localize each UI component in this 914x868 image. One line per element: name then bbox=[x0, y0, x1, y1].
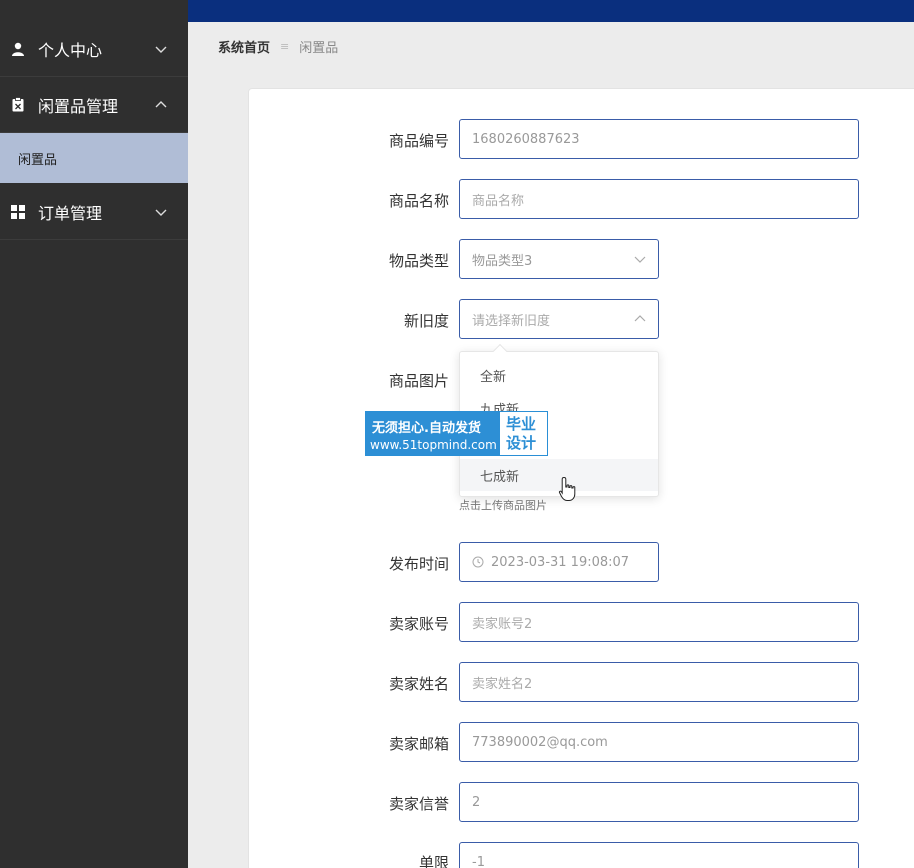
product-image-label: 商品图片 bbox=[388, 372, 449, 390]
publish-time-label: 发布时间 bbox=[388, 555, 449, 573]
grid-icon bbox=[11, 204, 25, 219]
dropdown-option[interactable]: 全新 bbox=[460, 359, 658, 391]
seller-account-input[interactable]: 卖家账号2 bbox=[459, 602, 859, 642]
seller-email-input[interactable]: 773890002@qq.com bbox=[459, 722, 859, 762]
seller-email-label: 卖家邮箱 bbox=[388, 735, 449, 753]
seller-credit-input[interactable]: 2 bbox=[459, 782, 859, 822]
clipboard-icon bbox=[11, 97, 25, 112]
top-header-bar bbox=[188, 0, 914, 22]
watermark-line2: www.51topmind.com bbox=[370, 438, 497, 452]
publish-time-picker[interactable]: 2023-03-31 19:08:07 bbox=[459, 542, 659, 582]
menu-label: 个人中心 bbox=[38, 40, 103, 60]
menu-idle-goods-management[interactable]: 闲置品管理 bbox=[0, 77, 188, 133]
product-name-input[interactable]: 商品名称 bbox=[459, 179, 859, 219]
clock-icon bbox=[472, 556, 484, 568]
breadcrumb-home-link[interactable]: 系统首页 bbox=[218, 37, 270, 56]
item-type-select[interactable]: 物品类型3 bbox=[459, 239, 659, 279]
watermark-badge: 无须担心.自动发货 www.51topmind.com 毕业 设计 bbox=[365, 411, 548, 456]
sidebar: 个人中心 闲置品管理 闲置品 订单管理 bbox=[0, 0, 188, 868]
item-type-label: 物品类型 bbox=[388, 252, 449, 270]
chevron-down-icon bbox=[634, 256, 646, 263]
watermark-badge-text: 毕业 设计 bbox=[506, 415, 537, 452]
product-no-field[interactable]: 1680260887623 bbox=[459, 119, 859, 159]
seller-name-input[interactable]: 卖家姓名2 bbox=[459, 662, 859, 702]
chevron-up-icon bbox=[634, 315, 646, 322]
chevron-down-icon bbox=[155, 209, 167, 216]
watermark-line1: 无须担心.自动发货 bbox=[372, 421, 481, 436]
seller-name-label: 卖家姓名 bbox=[388, 675, 449, 693]
chevron-down-icon bbox=[155, 46, 167, 53]
breadcrumb-current: 闲置品 bbox=[299, 41, 339, 56]
condition-select[interactable]: 请选择新旧度 bbox=[459, 299, 659, 339]
chevron-up-icon bbox=[155, 100, 167, 107]
hand-cursor-icon bbox=[558, 476, 576, 501]
menu-order-management[interactable]: 订单管理 bbox=[0, 184, 188, 240]
upload-hint: 点击上传商品图片 bbox=[459, 499, 547, 512]
seller-credit-label: 卖家信誉 bbox=[388, 795, 449, 813]
breadcrumb: 系统首页 ≡ 闲置品 bbox=[218, 37, 338, 56]
product-name-label: 商品名称 bbox=[388, 192, 449, 210]
limit-input[interactable]: -1 bbox=[459, 842, 859, 868]
sidebar-item-idle-goods[interactable]: 闲置品 bbox=[0, 133, 188, 183]
menu-label: 闲置品管理 bbox=[38, 96, 119, 116]
condition-label: 新旧度 bbox=[403, 312, 449, 330]
breadcrumb-separator-icon: ≡ bbox=[280, 40, 290, 53]
user-icon bbox=[11, 42, 25, 56]
menu-personal-center[interactable]: 个人中心 bbox=[0, 21, 188, 77]
seller-account-label: 卖家账号 bbox=[388, 615, 449, 633]
product-no-label: 商品编号 bbox=[388, 132, 449, 150]
menu-label: 订单管理 bbox=[38, 203, 103, 223]
limit-label: 单限 bbox=[418, 854, 449, 868]
